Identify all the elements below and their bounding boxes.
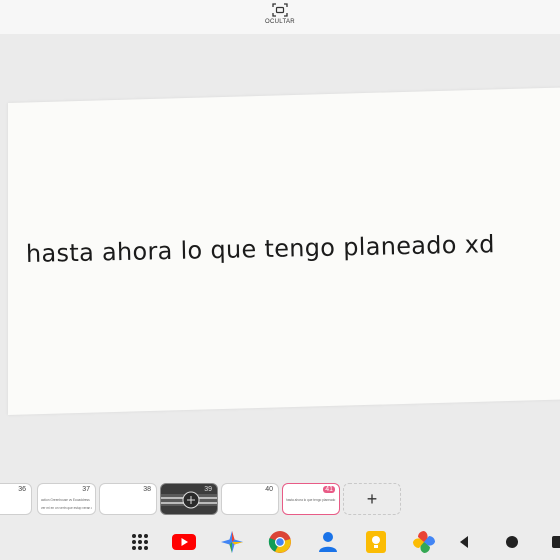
thumbnail-text: action Greenhouse vs Ecoaddress [41,498,90,502]
slide-number: 38 [143,486,151,493]
google-photos-icon[interactable] [412,530,436,554]
fullscreen-icon [272,3,288,17]
slide-thumbnail-39[interactable]: 39 [160,483,218,515]
slide-number: 40 [265,486,273,493]
thumbnail-text: ver mi en on vertn que estup veran on [41,506,92,510]
thumbnail-text: hasta ahora lo que tengo planeado xd [286,498,336,502]
system-taskbar [0,522,560,560]
add-slide-button[interactable]: + [343,483,401,515]
slide-thumbnail-38[interactable]: 38 [99,483,157,515]
thumbnail-image [161,491,217,509]
slide-thumbnail-strip: 36 37 action Greenhouse vs Ecoaddress ve… [0,480,560,522]
back-icon[interactable] [452,530,476,554]
chrome-icon[interactable] [268,530,292,554]
slide-number: 37 [82,486,90,493]
slide-thumbnail-41[interactable]: 41 hasta ahora lo que tengo planeado xd [282,483,340,515]
slide-number: 36 [18,486,26,493]
slide-thumbnail-40[interactable]: 40 [221,483,279,515]
slide-number: 41 [323,486,335,493]
app-drawer-icon[interactable] [128,530,152,554]
hide-label: OCULTAR [265,19,295,25]
contacts-icon[interactable] [316,530,340,554]
top-toolbar: OCULTAR [0,0,560,34]
slide-thumbnail-36[interactable]: 36 [0,483,32,515]
recents-icon[interactable] [546,530,560,554]
slide-thumbnail-37[interactable]: 37 action Greenhouse vs Ecoaddress ver m… [37,483,96,515]
google-one-icon[interactable] [220,530,244,554]
hide-button[interactable]: OCULTAR [258,3,302,33]
plus-icon: + [366,488,378,509]
youtube-icon[interactable] [172,530,196,554]
keep-notes-icon[interactable] [364,530,388,554]
home-icon[interactable] [500,530,524,554]
